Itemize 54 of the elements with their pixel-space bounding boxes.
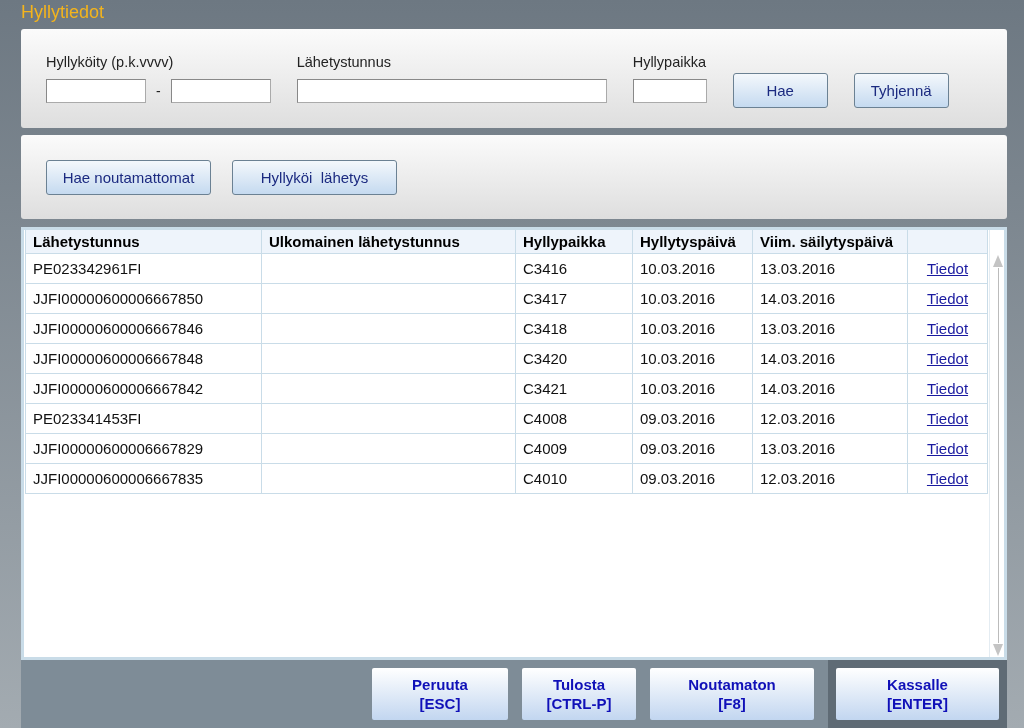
clear-button[interactable]: Tyhjennä bbox=[853, 73, 949, 108]
table-cell: C3418 bbox=[515, 313, 633, 344]
range-separator: - bbox=[156, 83, 161, 99]
table-cell: C4009 bbox=[515, 433, 633, 464]
table-cell: 09.03.2016 bbox=[632, 403, 753, 434]
table-cell: 09.03.2016 bbox=[632, 433, 753, 464]
field-label: Hyllypaikka bbox=[632, 54, 707, 72]
table-cell: JJFI00000600006667835 bbox=[25, 463, 262, 494]
column-header: Viim. säilytyspäivä bbox=[752, 230, 908, 254]
table-cell: JJFI00000600006667848 bbox=[25, 343, 262, 374]
footer-button[interactable]: Noutamaton [F8] bbox=[650, 668, 814, 720]
table-cell: C4010 bbox=[515, 463, 633, 494]
search-button[interactable]: Hae bbox=[732, 73, 828, 108]
table-cell: JJFI00000600006667842 bbox=[25, 373, 262, 404]
table-cell: C3421 bbox=[515, 373, 633, 404]
table-cell: 14.03.2016 bbox=[752, 373, 908, 404]
footer-button[interactable]: Tulosta [CTRL-P] bbox=[522, 668, 636, 720]
table-cell: 13.03.2016 bbox=[752, 313, 908, 344]
table-cell: C3420 bbox=[515, 343, 633, 374]
field-label: Lähetystunnus bbox=[296, 54, 392, 72]
table-cell: 10.03.2016 bbox=[632, 283, 753, 314]
table-cell: C3416 bbox=[515, 253, 633, 284]
footer-button[interactable]: Kassalle [ENTER] bbox=[836, 668, 999, 720]
table-cell: 10.03.2016 bbox=[632, 373, 753, 404]
table-cell: PE023341453FI bbox=[25, 403, 262, 434]
page-title: Hyllytiedot bbox=[20, 1, 106, 24]
table-cell: JJFI00000600006667850 bbox=[25, 283, 262, 314]
date-to-field[interactable] bbox=[170, 79, 271, 103]
table-cell: 09.03.2016 bbox=[632, 463, 753, 494]
table-cell: 10.03.2016 bbox=[632, 313, 753, 344]
footer-button[interactable]: Peruuta [ESC] bbox=[372, 668, 508, 720]
date-from-field[interactable] bbox=[46, 79, 146, 103]
table-cell: 10.03.2016 bbox=[632, 343, 753, 374]
shelf-location-field[interactable] bbox=[632, 79, 707, 103]
column-header: Hyllytyspäivä bbox=[632, 230, 753, 254]
table-cell: 13.03.2016 bbox=[752, 253, 908, 284]
field-label: Hyllyköity (p.k.vvvv) bbox=[46, 54, 175, 72]
column-header: Hyllypaikka bbox=[515, 230, 633, 254]
shelve-shipment-button[interactable]: Hyllyköi lähetys bbox=[232, 159, 397, 195]
table-cell: 13.03.2016 bbox=[752, 433, 908, 464]
table-cell: JJFI00000600006667829 bbox=[25, 433, 262, 464]
table-cell: 12.03.2016 bbox=[752, 463, 908, 494]
tracking-number-field[interactable] bbox=[296, 79, 607, 103]
table-cell: 14.03.2016 bbox=[752, 343, 908, 374]
column-header: Ulkomainen lähetystunnus bbox=[261, 230, 516, 254]
column-header: Lähetystunnus bbox=[25, 230, 262, 254]
table-cell: PE023342961FI bbox=[25, 253, 262, 284]
table-cell: 14.03.2016 bbox=[752, 283, 908, 314]
table-cell: 12.03.2016 bbox=[752, 403, 908, 434]
table-cell: JJFI00000600006667846 bbox=[25, 313, 262, 344]
table-cell: 10.03.2016 bbox=[632, 253, 753, 284]
fetch-uncollected-button[interactable]: Hae noutamattomat bbox=[46, 159, 211, 195]
table-cell: C4008 bbox=[515, 403, 633, 434]
table-cell: C3417 bbox=[515, 283, 633, 314]
